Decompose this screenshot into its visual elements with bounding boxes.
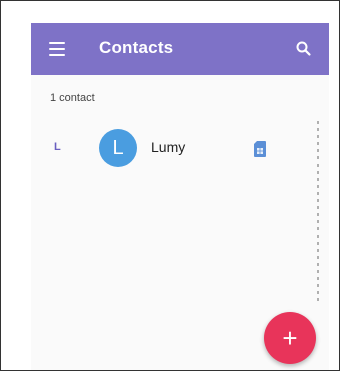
contact-count: 1 contact (50, 92, 95, 104)
list-item[interactable]: L L Lumy (31, 127, 301, 169)
avatar: L (99, 129, 137, 167)
search-icon[interactable] (293, 38, 315, 60)
app-bar: Contacts (31, 23, 329, 75)
menu-icon[interactable] (45, 39, 69, 59)
device-frame: Contacts 1 contact L L Lumy + (0, 0, 340, 371)
fast-scroll-index[interactable] (315, 121, 321, 309)
page-title: Contacts (99, 38, 174, 57)
contacts-screen: Contacts 1 contact L L Lumy + (31, 23, 329, 370)
add-contact-button[interactable]: + (264, 312, 316, 364)
section-letter: L (54, 141, 61, 153)
sim-card-icon (253, 140, 267, 158)
add-icon: + (282, 323, 298, 353)
contact-name: Lumy (151, 139, 186, 155)
